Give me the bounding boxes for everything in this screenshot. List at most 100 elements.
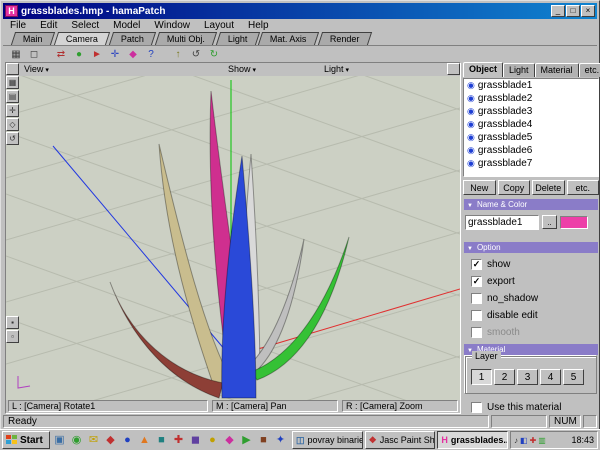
- section-name-color[interactable]: ▼Name & Color: [464, 199, 598, 210]
- rotate-ccw-icon[interactable]: ↺: [187, 47, 205, 62]
- axis-icon[interactable]: ✛: [106, 47, 124, 62]
- vp-tool-icon[interactable]: ▫: [6, 330, 19, 343]
- taskbar-window-povray[interactable]: ◫ povray binaries i...: [292, 431, 363, 449]
- taskbar-window-grassblades[interactable]: H grassblades...: [437, 431, 508, 449]
- vp-tool-icon[interactable]: ✛: [6, 104, 19, 117]
- up-arrow-icon[interactable]: ↑: [169, 47, 187, 62]
- quicklaunch-icon[interactable]: ◆: [103, 432, 118, 448]
- viewport-canvas[interactable]: ▦ ▤ ✛ ◇ ↺ ▪ ▫: [6, 76, 460, 400]
- new-button[interactable]: New: [463, 180, 496, 195]
- checkbox-show[interactable]: ✓show: [471, 258, 510, 271]
- tab-multi-obj[interactable]: Multi Obj.: [154, 32, 216, 45]
- swap-arrows-icon[interactable]: ⇄: [52, 47, 70, 62]
- menu-model[interactable]: Model: [106, 20, 147, 31]
- vp-tool-icon[interactable]: ▦: [6, 76, 19, 89]
- viewports-icon[interactable]: ▦: [7, 47, 25, 62]
- quicklaunch-icon[interactable]: ◼: [188, 432, 203, 448]
- layer-1-button[interactable]: 1: [471, 369, 492, 385]
- color-swatch[interactable]: [560, 216, 588, 229]
- menu-layout[interactable]: Layout: [197, 20, 241, 31]
- list-item[interactable]: ◉grassblade2: [464, 92, 598, 105]
- quicklaunch-icon[interactable]: ✉: [86, 432, 101, 448]
- quicklaunch-icon[interactable]: ●: [205, 432, 220, 448]
- menu-help[interactable]: Help: [241, 20, 276, 31]
- tab-patch[interactable]: Patch: [108, 32, 155, 45]
- tab-object[interactable]: Object: [463, 62, 503, 77]
- play-icon[interactable]: ►: [88, 47, 106, 62]
- quicklaunch-icon[interactable]: ●: [120, 432, 135, 448]
- quicklaunch-icon[interactable]: ◆: [222, 432, 237, 448]
- list-item[interactable]: ◉grassblade7: [464, 157, 598, 170]
- checkbox-disable-edit[interactable]: disable edit: [471, 309, 538, 322]
- single-view-icon[interactable]: ◻: [25, 47, 43, 62]
- delete-button[interactable]: Delete: [532, 180, 565, 195]
- copy-button[interactable]: Copy: [498, 180, 531, 195]
- list-item[interactable]: ◉grassblade3: [464, 105, 598, 118]
- view-dropdown[interactable]: View▾: [24, 64, 49, 74]
- viewport-corner-button-right[interactable]: [447, 63, 460, 75]
- name-more-button[interactable]: ..: [542, 215, 557, 229]
- rotate-cw-icon[interactable]: ↻: [205, 47, 223, 62]
- minimize-button[interactable]: _: [551, 5, 565, 17]
- list-item[interactable]: ◉grassblade4: [464, 118, 598, 131]
- layer-5-button[interactable]: 5: [563, 369, 584, 385]
- status-num: NUM: [549, 415, 581, 428]
- chevron-down-icon: ▾: [45, 67, 49, 74]
- checkbox-export[interactable]: ✓export: [471, 275, 515, 288]
- tray-icon[interactable]: ▥: [538, 436, 546, 445]
- etc-button[interactable]: etc.: [567, 180, 600, 195]
- viewport-corner-button[interactable]: [6, 63, 19, 75]
- quicklaunch-icon[interactable]: ■: [154, 432, 169, 448]
- layer-3-button[interactable]: 3: [517, 369, 538, 385]
- maximize-button[interactable]: □: [566, 5, 580, 17]
- patch-icon: ◉: [467, 119, 475, 129]
- tab-mat-axis[interactable]: Mat. Axis: [258, 32, 319, 45]
- tab-light-panel[interactable]: Light: [503, 63, 535, 77]
- checkbox-no-shadow[interactable]: no_shadow: [471, 292, 538, 305]
- tab-material[interactable]: Material: [535, 63, 579, 77]
- list-item[interactable]: ◉grassblade5: [464, 131, 598, 144]
- quicklaunch-icon[interactable]: ■: [256, 432, 271, 448]
- layer-4-button[interactable]: 4: [540, 369, 561, 385]
- show-dropdown[interactable]: Show▾: [228, 64, 256, 74]
- checkbox-use-material[interactable]: Use this material: [471, 401, 561, 414]
- quicklaunch-icon[interactable]: ▶: [239, 432, 254, 448]
- panel-tabs: Object Light Material etc.: [463, 62, 599, 77]
- tab-etc[interactable]: etc.: [579, 63, 600, 77]
- quicklaunch-icon[interactable]: ◉: [69, 432, 84, 448]
- start-button[interactable]: Start: [2, 431, 50, 449]
- sphere-icon[interactable]: ●: [70, 47, 88, 62]
- list-item[interactable]: ◉grassblade1: [464, 79, 598, 92]
- window-icon: H: [441, 435, 448, 445]
- menu-file[interactable]: File: [3, 20, 33, 31]
- help-icon[interactable]: ?: [142, 47, 160, 62]
- close-button[interactable]: ×: [581, 5, 595, 17]
- quicklaunch-icon[interactable]: ▲: [137, 432, 152, 448]
- tray-icon[interactable]: ◧: [520, 436, 528, 445]
- tab-light[interactable]: Light: [215, 32, 259, 45]
- tab-camera[interactable]: Camera: [53, 32, 109, 45]
- vp-tool-icon[interactable]: ◇: [6, 118, 19, 131]
- vp-tool-icon[interactable]: ↺: [6, 132, 19, 145]
- quicklaunch-icon[interactable]: ✦: [273, 432, 288, 448]
- menu-edit[interactable]: Edit: [33, 20, 64, 31]
- layer-2-button[interactable]: 2: [494, 369, 515, 385]
- tray-icon[interactable]: ♪: [514, 436, 518, 445]
- quicklaunch-icon[interactable]: ▣: [52, 432, 67, 448]
- object-name-input[interactable]: [465, 215, 539, 230]
- vp-tool-icon[interactable]: ▪: [6, 316, 19, 329]
- diamond-icon[interactable]: ◆: [124, 47, 142, 62]
- tab-render[interactable]: Render: [317, 32, 371, 45]
- light-dropdown[interactable]: Light▾: [324, 64, 349, 74]
- object-list: ◉grassblade1 ◉grassblade2 ◉grassblade3 ◉…: [463, 78, 599, 177]
- menu-select[interactable]: Select: [64, 20, 106, 31]
- section-option[interactable]: ▼Option: [464, 242, 598, 253]
- vp-tool-icon[interactable]: ▤: [6, 90, 19, 103]
- menu-window[interactable]: Window: [147, 20, 197, 31]
- tab-main[interactable]: Main: [11, 32, 55, 45]
- tray-icon[interactable]: ✚: [530, 436, 537, 445]
- quicklaunch-icon[interactable]: ✚: [171, 432, 186, 448]
- list-item[interactable]: ◉grassblade6: [464, 144, 598, 157]
- patch-icon: ◉: [467, 106, 475, 116]
- taskbar-window-paintshop[interactable]: ❖ Jasc Paint Shop...: [365, 431, 436, 449]
